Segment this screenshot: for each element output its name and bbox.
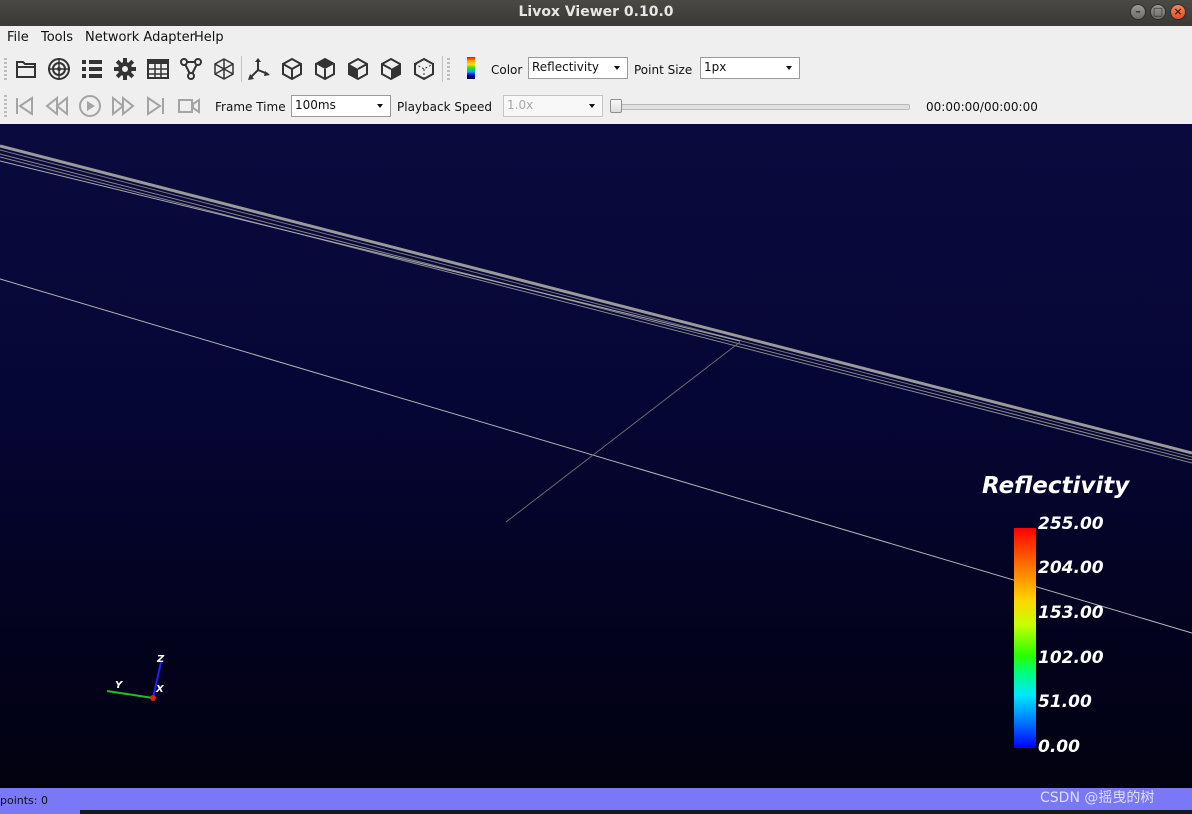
playback-speed-select-value: 1.0x	[507, 98, 534, 112]
watermark-text: CSDN @摇曳的树	[1040, 790, 1155, 806]
playback-speed-label: Playback Speed	[397, 100, 492, 114]
radar-icon[interactable]	[46, 56, 72, 82]
list-icon[interactable]	[79, 56, 105, 82]
color-select[interactable]: Reflectivity	[528, 57, 628, 79]
chevron-down-icon	[614, 66, 620, 70]
skip-to-start-icon[interactable]	[11, 93, 37, 119]
close-button[interactable]: ×	[1170, 4, 1186, 20]
legend-tick: 0.00	[1038, 737, 1080, 757]
time-display: 00:00:00/00:00:00	[926, 100, 1038, 114]
legend-tick: 51.00	[1038, 692, 1092, 712]
playback-toolbar: Frame Time 100ms Playback Speed 1.0x 00:…	[0, 88, 1192, 124]
legend-tick: 204.00	[1038, 558, 1104, 578]
axis-z-label: Z	[156, 654, 165, 665]
gear-icon[interactable]	[112, 56, 138, 82]
orientation-axes: Z Y X	[106, 654, 165, 701]
chevron-down-icon	[589, 104, 595, 108]
fast-forward-icon[interactable]	[110, 93, 136, 119]
color-map-icon	[467, 57, 475, 79]
menu-help[interactable]: Help	[194, 30, 224, 45]
menu-file[interactable]: File	[7, 30, 29, 45]
color-label: Color	[491, 63, 523, 77]
window-title: Livox Viewer 0.10.0	[518, 4, 674, 20]
toolbar-grip[interactable]	[4, 58, 7, 80]
chevron-down-icon	[377, 104, 383, 108]
frame-time-select[interactable]: 100ms	[291, 95, 391, 117]
point-size-select[interactable]: 1px	[700, 57, 800, 79]
playback-slider-track[interactable]	[615, 104, 910, 110]
legend-title: Reflectivity	[982, 473, 1130, 499]
legend-tick: 102.00	[1038, 648, 1104, 668]
frame-time-select-value: 100ms	[295, 98, 336, 112]
toolbar-separator	[442, 56, 443, 82]
graph-nodes-icon[interactable]	[178, 56, 204, 82]
rewind-icon[interactable]	[44, 93, 70, 119]
wireframe-cube-icon[interactable]	[211, 56, 237, 82]
points-count-status: points: 0	[0, 794, 48, 807]
toolbar-separator	[241, 56, 242, 82]
legend-tick: 153.00	[1038, 603, 1104, 623]
frame-time-label: Frame Time	[215, 100, 286, 114]
skip-to-end-icon[interactable]	[143, 93, 169, 119]
axis-x-label: X	[155, 684, 165, 695]
legend-color-bar	[1014, 528, 1036, 748]
menu-network-adapter[interactable]: Network Adapter	[85, 30, 195, 45]
record-video-icon[interactable]	[176, 93, 202, 119]
toolbar-grip[interactable]	[4, 95, 7, 117]
point-size-select-value: 1px	[704, 60, 727, 74]
cube-left-icon[interactable]	[345, 56, 371, 82]
menu-bar: File Tools Network Adapter Help	[0, 26, 1192, 50]
playback-speed-select[interactable]: 1.0x	[503, 95, 603, 117]
menu-tools[interactable]: Tools	[41, 30, 73, 45]
window-titlebar: Livox Viewer 0.10.0 – □ ×	[0, 0, 1192, 26]
axes-icon[interactable]	[246, 56, 272, 82]
main-toolbar: Color Reflectivity Point Size 1px	[0, 50, 1192, 88]
color-select-value: Reflectivity	[532, 60, 600, 74]
cube-top-icon[interactable]	[312, 56, 338, 82]
chevron-down-icon	[786, 66, 792, 70]
axis-y-label: Y	[115, 680, 124, 691]
cube-back-icon[interactable]	[411, 56, 437, 82]
legend-tick: 255.00	[1038, 514, 1104, 534]
maximize-button[interactable]: □	[1150, 4, 1166, 20]
cube-front-icon[interactable]	[279, 56, 305, 82]
open-folder-icon[interactable]	[13, 56, 39, 82]
play-icon[interactable]	[77, 93, 103, 119]
cube-right-icon[interactable]	[378, 56, 404, 82]
point-size-label: Point Size	[634, 63, 693, 77]
toolbar-grip[interactable]	[447, 58, 450, 80]
bottom-edge-strip	[80, 810, 1192, 814]
table-icon[interactable]	[145, 56, 171, 82]
minimize-button[interactable]: –	[1130, 4, 1146, 20]
playback-slider-handle[interactable]	[610, 99, 622, 113]
